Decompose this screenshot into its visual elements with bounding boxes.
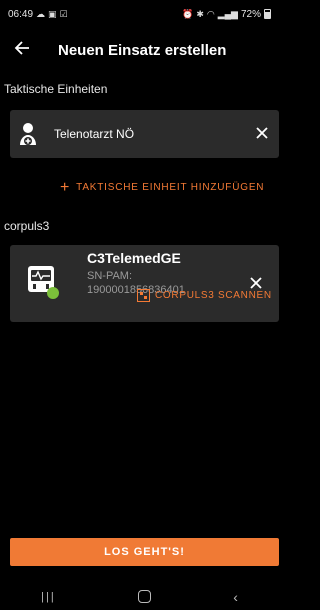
section-label-corpuls3: corpuls3 xyxy=(4,219,50,233)
device-serial-label: SN-PAM: xyxy=(87,270,133,282)
close-icon xyxy=(256,124,268,144)
tactical-unit-label: Telenotarzt NÖ xyxy=(54,127,135,141)
image-icon: ▣ xyxy=(48,8,57,19)
checkbox-icon: ☑ xyxy=(59,8,68,19)
status-bar-left: 06:49 ☁ ▣ ☑ xyxy=(8,9,68,20)
add-tactical-unit-label: TAKTISCHE EINHEIT HINZUFÜGEN xyxy=(76,182,265,193)
section-label-tactical-units: Taktische Einheiten xyxy=(4,82,108,96)
remove-tactical-unit-button[interactable] xyxy=(245,117,279,151)
device-status-dot xyxy=(47,287,59,299)
qr-code-icon xyxy=(137,289,150,302)
start-button[interactable]: LOS GEHT'S! xyxy=(10,538,279,566)
recent-apps-icon[interactable]: ||| xyxy=(41,591,56,603)
plus-icon: + xyxy=(60,178,71,196)
signal-icon: ▂▄▆ xyxy=(217,8,238,19)
cloud-icon: ☁ xyxy=(36,8,46,19)
nav-back-icon[interactable]: ‹ xyxy=(233,589,238,605)
defibrillator-icon xyxy=(26,263,60,299)
battery-percent: 72% xyxy=(240,8,261,20)
battery-icon xyxy=(264,9,271,19)
device-name: C3TelemedGE xyxy=(87,250,181,266)
app-bar: Neuen Einsatz erstellen xyxy=(0,28,279,72)
tactical-unit-card: Telenotarzt NÖ xyxy=(10,110,279,158)
home-icon[interactable] xyxy=(137,590,151,603)
scan-corpuls3-button[interactable]: CORPULS3 SCANNEN xyxy=(137,289,272,302)
device-card: C3TelemedGE SN-PAM: 1900001856836401 xyxy=(10,245,279,322)
doctor-icon xyxy=(12,122,48,146)
arrow-left-icon xyxy=(14,40,30,61)
page-title: Neuen Einsatz erstellen xyxy=(58,41,227,59)
alarm-icon: ⏰ xyxy=(182,8,194,19)
status-bar-right: ⏰ ✱ ◠ ▂▄▆ 72% xyxy=(182,9,271,20)
scan-corpuls3-label: CORPULS3 SCANNEN xyxy=(155,290,272,301)
bluetooth-icon: ✱ xyxy=(196,8,204,19)
status-bar: 06:49 ☁ ▣ ☑ ⏰ ✱ ◠ ▂▄▆ 72% xyxy=(0,0,279,28)
clock: 06:49 xyxy=(8,8,34,20)
add-tactical-unit-button[interactable]: + TAKTISCHE EINHEIT HINZUFÜGEN xyxy=(60,178,265,196)
back-button[interactable] xyxy=(0,28,44,72)
wifi-icon: ◠ xyxy=(206,8,215,19)
system-nav-bar: ||| ‹ xyxy=(0,583,279,610)
